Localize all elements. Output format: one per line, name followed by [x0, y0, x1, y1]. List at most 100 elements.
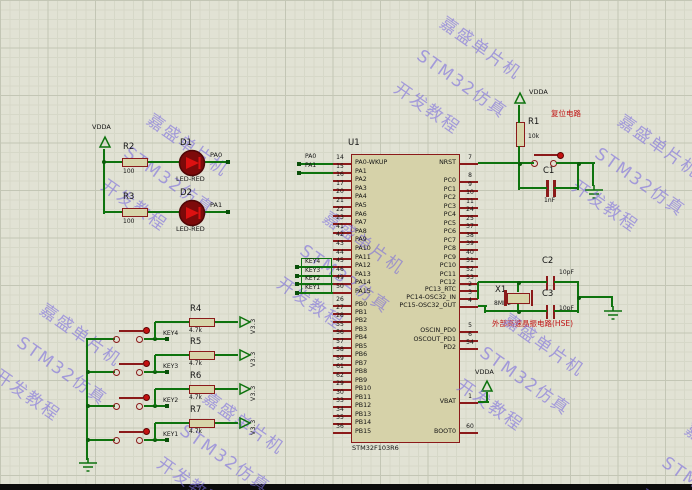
- key-button-actuator[interactable]: [143, 359, 150, 367]
- net-label-key1[interactable]: KEY1: [305, 284, 320, 292]
- led-type: LED-RED: [176, 225, 205, 233]
- pin-name: PB2: [355, 317, 368, 325]
- pin-number: 62: [336, 371, 344, 379]
- pin-name: PC13_RTC: [424, 286, 456, 293]
- net-terminal-dot[interactable]: [295, 282, 299, 287]
- pin-number: 17: [336, 179, 344, 187]
- junction-dot: [86, 370, 90, 374]
- resistor-r3[interactable]: [122, 207, 148, 217]
- key-button-bar[interactable]: [119, 397, 143, 399]
- key-button-terminal[interactable]: [113, 402, 120, 410]
- net-terminal-dot[interactable]: [165, 438, 169, 442]
- net-terminal-dot[interactable]: [297, 170, 301, 175]
- cap-c2-value: 10pF: [559, 269, 574, 276]
- junction-dot: [577, 296, 581, 300]
- pin-name: PA7: [355, 219, 367, 227]
- net-label-key1[interactable]: KEY1: [163, 431, 178, 439]
- net-terminal-dot[interactable]: [226, 210, 230, 214]
- resistor-value: 100: [123, 168, 135, 175]
- key-button-terminal[interactable]: [113, 335, 120, 343]
- net-label-pa0[interactable]: PA0: [210, 151, 222, 159]
- key-button-terminal[interactable]: [136, 402, 143, 410]
- pin-number: 30: [336, 388, 344, 396]
- wire: [104, 161, 122, 163]
- reset-circuit-title: 复位电路: [551, 109, 581, 118]
- net-label-key2[interactable]: KEY2: [163, 397, 178, 405]
- pin-name: PA10: [355, 245, 371, 252]
- schematic-canvas[interactable]: U1 STM32F103R6 VDDA R1 10k 复位电路 C1 1nF X…: [0, 0, 692, 490]
- key-button-bar[interactable]: [119, 330, 143, 332]
- key-button-terminal[interactable]: [136, 368, 143, 376]
- wire: [87, 338, 115, 340]
- resistor-r6[interactable]: [189, 384, 215, 394]
- net-label-key3[interactable]: KEY3: [163, 363, 178, 371]
- pin-number: 49: [336, 274, 344, 282]
- reset-button-actuator[interactable]: [557, 151, 564, 159]
- net-label-key4[interactable]: KEY4: [163, 330, 178, 338]
- ground-icon: [79, 458, 97, 472]
- net-label-pa0[interactable]: PA0: [305, 153, 316, 161]
- key-button-bar[interactable]: [119, 431, 143, 433]
- net-label-key3[interactable]: KEY3: [305, 267, 320, 275]
- resistor-r7[interactable]: [189, 418, 215, 428]
- key-button-terminal[interactable]: [113, 368, 120, 376]
- pin-number: 54: [466, 339, 474, 346]
- wire: [87, 439, 115, 441]
- reset-cap-ref: C1: [543, 166, 555, 176]
- mcu-ref: U1: [348, 138, 360, 148]
- xtal-terminal-bar[interactable]: [530, 290, 533, 306]
- net-terminal-dot[interactable]: [295, 291, 299, 295]
- wire: [215, 388, 238, 390]
- net-terminal-dot[interactable]: [295, 265, 299, 270]
- key-button-terminal[interactable]: [113, 436, 120, 444]
- net-terminal-dot[interactable]: [165, 404, 169, 408]
- pin-name: PC9: [443, 253, 456, 261]
- pin-name: PC1: [443, 185, 456, 193]
- pin-number: 51: [466, 257, 474, 264]
- reset-button-bar[interactable]: [534, 154, 558, 156]
- wire: [554, 281, 579, 283]
- pin-name: PB0: [355, 300, 368, 308]
- net-label-key2[interactable]: KEY2: [305, 276, 320, 283]
- pin-name: OSCOUT_PD1: [413, 335, 456, 343]
- crystal-x1[interactable]: [507, 292, 530, 304]
- pin-number: 3: [468, 288, 472, 296]
- resistor-r2[interactable]: [122, 157, 148, 167]
- led-d1[interactable]: [178, 149, 206, 177]
- key-button-terminal[interactable]: [136, 436, 143, 444]
- pin-number: 50: [336, 283, 344, 290]
- pin-number: 34: [336, 405, 344, 413]
- pin-name: PA13: [355, 270, 371, 278]
- pin-name: PD2: [443, 344, 456, 351]
- pin-name: PC11: [439, 270, 456, 278]
- key-button-actuator[interactable]: [143, 326, 150, 334]
- net-terminal-dot[interactable]: [295, 273, 299, 278]
- key-button-actuator[interactable]: [143, 427, 150, 435]
- resistor-r1[interactable]: [515, 122, 525, 147]
- pin-number: 29: [336, 380, 344, 388]
- reset-cap-value: 1nF: [544, 197, 556, 204]
- pin-name: PC7: [443, 236, 456, 244]
- net-terminal-dot[interactable]: [297, 162, 301, 166]
- key-button-bar[interactable]: [119, 363, 143, 365]
- pin-number: 25: [466, 214, 474, 222]
- vdda-arrow-icon[interactable]: [98, 135, 112, 149]
- junction-dot: [577, 162, 581, 166]
- wire: [104, 211, 122, 213]
- led-d2[interactable]: [178, 199, 206, 227]
- watermark: 嘉盛单片机STM32仿真开发教程: [91, 102, 246, 261]
- net-label-pa1[interactable]: PA1: [210, 201, 222, 209]
- net-terminal-dot[interactable]: [165, 370, 169, 374]
- net-terminal-dot[interactable]: [165, 337, 169, 341]
- net-label-pa1[interactable]: PA1: [305, 162, 316, 170]
- wire: [215, 321, 238, 323]
- resistor-ref: R5: [190, 337, 202, 347]
- net-label-key4[interactable]: KEY4: [305, 259, 320, 266]
- pin-number: 14: [336, 154, 344, 161]
- resistor-r4[interactable]: [189, 317, 215, 327]
- wire: [556, 162, 595, 164]
- net-terminal-dot[interactable]: [226, 160, 230, 164]
- key-button-terminal[interactable]: [136, 335, 143, 343]
- key-button-actuator[interactable]: [143, 393, 150, 401]
- resistor-r5[interactable]: [189, 350, 215, 360]
